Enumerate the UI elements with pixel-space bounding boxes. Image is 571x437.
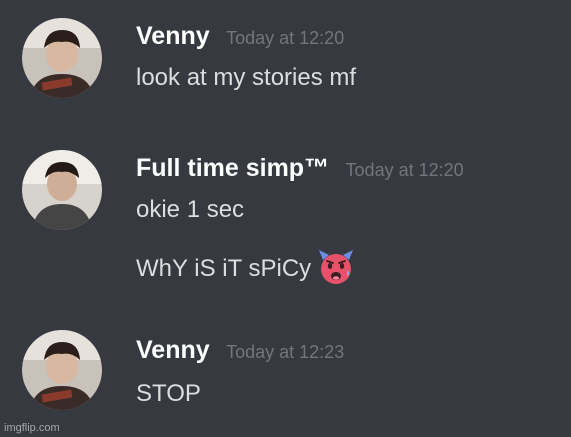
- avatar[interactable]: [22, 150, 102, 230]
- username[interactable]: Venny: [136, 22, 210, 50]
- watermark: imgflip.com: [4, 422, 60, 434]
- message-text-with-emoji: WhY iS iT sPiCy: [136, 248, 355, 286]
- chat-log: Venny Today at 12:20 look at my stories …: [0, 0, 571, 437]
- username[interactable]: Full time simp™: [136, 154, 329, 182]
- avatar[interactable]: [22, 18, 102, 98]
- message-group: Full time simp™ Today at 12:20 okie 1 se…: [0, 150, 571, 290]
- message-header: Venny Today at 12:20: [136, 20, 344, 52]
- avatar-photo-icon: [22, 150, 102, 230]
- message-text: WhY iS iT sPiCy: [136, 255, 312, 282]
- message-text: okie 1 sec: [136, 196, 245, 223]
- avatar-photo-icon: [22, 18, 102, 98]
- username[interactable]: Venny: [136, 336, 210, 364]
- timestamp[interactable]: Today at 12:20: [346, 160, 464, 180]
- message-group: Venny Today at 12:20 look at my stories …: [0, 18, 571, 108]
- timestamp[interactable]: Today at 12:20: [226, 28, 344, 48]
- avatar-photo-icon: [22, 330, 102, 410]
- timestamp[interactable]: Today at 12:23: [226, 342, 344, 362]
- avatar[interactable]: [22, 330, 102, 410]
- hot-face-devil-emoji-icon: [317, 248, 355, 286]
- message-group: Venny Today at 12:23 STOP: [0, 330, 571, 420]
- message-header: Venny Today at 12:23: [136, 334, 344, 366]
- message-text: STOP: [136, 380, 201, 407]
- message-header: Full time simp™ Today at 12:20: [136, 152, 464, 184]
- message-text: look at my stories mf: [136, 64, 357, 91]
